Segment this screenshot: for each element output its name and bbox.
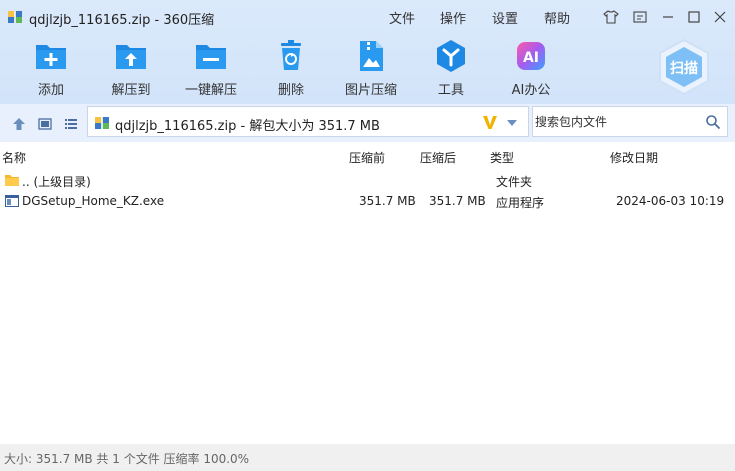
feedback-button[interactable]: [630, 7, 650, 27]
list-view-icon[interactable]: [63, 116, 79, 132]
ai-office-button[interactable]: AI AI办公: [496, 38, 566, 98]
tools-button[interactable]: 工具: [416, 38, 486, 98]
file-modified: 2024-06-03 10:19: [616, 194, 725, 208]
list-item-parent-folder[interactable]: .. (上级目录) 文件夹: [0, 170, 735, 190]
status-bar: 大小: 351.7 MB 共 1 个文件 压缩率 100.0%: [0, 444, 735, 471]
tools-label: 工具: [437, 83, 464, 98]
message-icon: [633, 11, 647, 23]
file-type: 应用程序: [496, 196, 545, 210]
status-text: 大小: 351.7 MB 共 1 个文件 压缩率 100.0%: [4, 452, 250, 466]
column-modified[interactable]: 修改日期: [610, 149, 658, 166]
tools-icon: [437, 40, 465, 72]
add-button[interactable]: 添加: [16, 38, 86, 98]
search-icon[interactable]: [705, 114, 721, 130]
menu-operation[interactable]: 操作: [440, 8, 466, 27]
window-title: qdjlzjb_116165.zip - 360压缩: [29, 13, 215, 28]
column-header: 名称 压缩前 压缩后 类型 修改日期: [0, 146, 735, 168]
ai-office-icon: AI: [517, 42, 545, 70]
image-compress-label: 图片压缩: [344, 83, 397, 98]
one-click-extract-button[interactable]: 一键解压: [176, 38, 246, 98]
list-item-file[interactable]: DGSetup_Home_KZ.exe 351.7 MB 351.7 MB 应用…: [0, 191, 735, 211]
one-click-extract-label: 一键解压: [184, 83, 237, 98]
close-button[interactable]: [710, 7, 730, 27]
skin-button[interactable]: [601, 7, 621, 27]
column-name[interactable]: 名称: [2, 149, 26, 166]
detail-view-icon[interactable]: [37, 116, 53, 132]
column-after[interactable]: 压缩后: [420, 149, 456, 166]
close-icon: [714, 11, 726, 23]
delete-button[interactable]: 删除: [256, 38, 326, 98]
path-text: qdjlzjb_116165.zip - 解包大小为 351.7 MB: [115, 119, 380, 134]
extract-to-icon: [116, 45, 146, 69]
extract-to-button[interactable]: 解压到: [96, 38, 166, 98]
image-compress-button[interactable]: 图片压缩: [336, 38, 406, 98]
add-label: 添加: [37, 83, 64, 98]
file-type: 文件夹: [496, 175, 533, 189]
v-verified-icon[interactable]: [481, 113, 499, 131]
extract-to-label: 解压到: [111, 83, 151, 98]
menu-help[interactable]: 帮助: [544, 8, 570, 27]
file-name: DGSetup_Home_KZ.exe: [22, 194, 165, 208]
ai-badge-text: AI: [523, 50, 539, 66]
one-click-extract-icon: [196, 45, 226, 69]
minimize-icon: [663, 16, 673, 18]
exe-file-icon: [5, 195, 19, 207]
image-compress-icon: [360, 41, 383, 71]
chevron-down-icon[interactable]: [506, 119, 518, 127]
zip-archive-icon: [95, 117, 109, 129]
add-icon: [36, 45, 66, 69]
delete-icon: [281, 40, 301, 70]
maximize-button[interactable]: [684, 7, 704, 27]
scan-button[interactable]: 扫描: [656, 38, 712, 96]
column-type[interactable]: 类型: [490, 149, 514, 166]
minimize-button[interactable]: [658, 7, 678, 27]
shirt-icon: [603, 10, 619, 24]
file-after-size: 351.7 MB: [429, 194, 486, 208]
menu-settings[interactable]: 设置: [492, 8, 518, 27]
zip-archive-icon: [8, 11, 22, 23]
maximize-icon: [688, 11, 700, 23]
folder-icon: [5, 175, 19, 186]
title-bar: qdjlzjb_116165.zip - 360压缩 文件 操作 设置 帮助: [0, 0, 735, 34]
column-compressed[interactable]: 压缩前: [349, 149, 385, 166]
file-name: .. (上级目录): [22, 175, 91, 189]
file-compressed-size: 351.7 MB: [359, 194, 416, 208]
up-arrow-icon[interactable]: [11, 116, 27, 132]
ai-office-label: AI办公: [511, 83, 551, 98]
scan-label: 扫描: [670, 61, 698, 77]
search-input[interactable]: [535, 113, 695, 131]
search-field[interactable]: [532, 106, 728, 137]
delete-label: 删除: [277, 83, 304, 98]
path-field[interactable]: qdjlzjb_116165.zip - 解包大小为 351.7 MB: [87, 106, 529, 137]
menu-file[interactable]: 文件: [389, 8, 415, 27]
